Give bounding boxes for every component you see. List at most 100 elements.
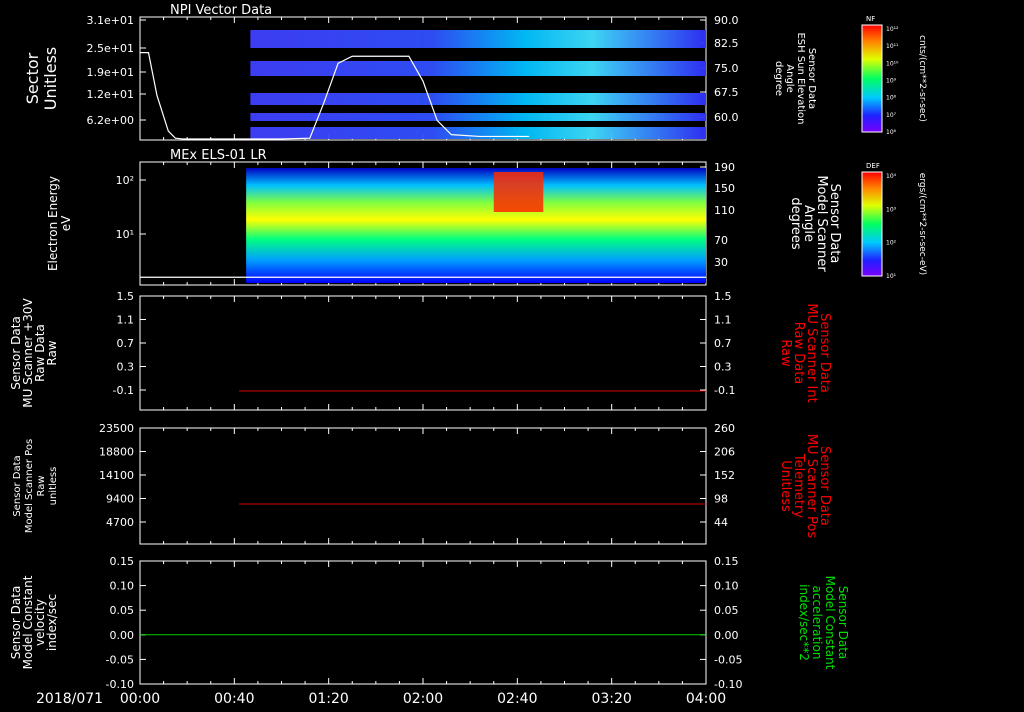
panel-3-left-tick: -0.1 bbox=[113, 384, 134, 397]
panel-3-ylabel-line: Raw bbox=[45, 340, 59, 365]
time-axis-tick-label: 02:00 bbox=[403, 691, 443, 707]
panel-5-left-tick: -0.10 bbox=[106, 678, 134, 691]
panel-3-right-tick: 1.5 bbox=[714, 290, 732, 303]
panel-1-right-ylabel-line: ESH Sun Elevation bbox=[795, 32, 806, 124]
panel-1-left-tick: 2.5e+01 bbox=[87, 42, 134, 55]
panel-4-right-tick: 152 bbox=[714, 469, 735, 482]
time-axis-date-label: 2018/071 bbox=[36, 691, 103, 707]
npi-sector-band-2 bbox=[250, 61, 706, 76]
panel-1-right-ylabel-line: Angle bbox=[784, 64, 795, 92]
panel-2-colorbar-tick: 10⁴ bbox=[886, 173, 897, 180]
panel-2-ylabel-line: Electron Energy bbox=[46, 176, 60, 271]
panel-5-left-tick: 0.05 bbox=[110, 604, 135, 617]
time-axis-tick-label: 02:40 bbox=[497, 691, 537, 707]
spectrogram-high-flux-region bbox=[493, 172, 544, 212]
panel-4-right-ylabel-line: Unitless bbox=[778, 460, 793, 512]
panel-2-colorbar-tick: 10² bbox=[886, 240, 897, 247]
time-axis-tick-label: 00:40 bbox=[214, 691, 254, 707]
panel-1-left-tick: 6.2e+00 bbox=[87, 114, 134, 127]
time-axis-tick-label: 03:20 bbox=[591, 691, 631, 707]
panel-5-left-tick: 0.10 bbox=[110, 580, 135, 593]
panel-5-right-tick: -0.10 bbox=[714, 678, 742, 691]
panel-2-right-tick: 190 bbox=[714, 161, 735, 174]
panel-4-frame bbox=[139, 427, 707, 545]
panel-3-right-tick: 1.1 bbox=[714, 314, 732, 327]
panel-1-colorbar-unit: cnts/(cm**2-sr-sec) bbox=[917, 35, 927, 122]
panel-4-ylabel-line: Sensor Data bbox=[12, 455, 23, 516]
panel-1-left-tick: 1.2e+01 bbox=[87, 88, 134, 101]
panel-2-left-tick: 10² bbox=[116, 174, 134, 187]
panel-5-right-ylabel-line: Sensor Data bbox=[836, 586, 850, 660]
npi-sector-band-1 bbox=[250, 30, 706, 48]
panel-4-left-tick: 4700 bbox=[106, 516, 134, 529]
panel-4-right-tick: 206 bbox=[714, 446, 735, 459]
panel-3-right-tick: -0.1 bbox=[714, 384, 735, 397]
panel-5-right-ylabel-line: index/sec**2 bbox=[797, 584, 811, 661]
panel-4-left-tick: 23500 bbox=[99, 422, 134, 435]
panel-5-right-tick: 0.05 bbox=[714, 604, 739, 617]
panel-5-right-tick: 0.00 bbox=[714, 629, 739, 642]
panel-4-right-tick: 260 bbox=[714, 422, 735, 435]
panel-2-right-ylabel-line: degrees bbox=[788, 197, 803, 250]
panel-1-colorbar-tick: 10¹⁰ bbox=[886, 60, 899, 67]
panel-1-right-tick: 60.0 bbox=[714, 111, 739, 124]
panel-2-ylabel-line: eV bbox=[59, 215, 73, 231]
panel-5-right-tick: 0.10 bbox=[714, 580, 739, 593]
panel-1-left-tick: 3.1e+01 bbox=[87, 14, 134, 27]
npi-sector-band-5 bbox=[250, 127, 706, 139]
panel-1-right-ylabel-line: Sensor Data bbox=[806, 48, 817, 109]
panel-3-left-tick: 1.1 bbox=[117, 314, 135, 327]
panel-1-right-tick: 82.5 bbox=[714, 37, 739, 50]
panel-4-right-tick: 98 bbox=[714, 493, 728, 506]
panel-4-ylabel-line: unitless bbox=[48, 467, 59, 506]
panel-1-colorbar-label: NF bbox=[866, 15, 875, 23]
panel-1-colorbar-tick: 10⁹ bbox=[886, 78, 897, 85]
panel-2-right-tick: 30 bbox=[714, 256, 728, 269]
panel-4-left-tick: 14100 bbox=[99, 469, 134, 482]
panel-1-right-tick: 67.5 bbox=[714, 86, 739, 99]
panel-1-colorbar bbox=[861, 24, 883, 133]
panel-2-colorbar-tick: 10³ bbox=[886, 206, 897, 213]
panel-2-right-tick: 150 bbox=[714, 182, 735, 195]
panel-1-right-tick: 75.0 bbox=[714, 62, 739, 75]
panel-4-left-tick: 9400 bbox=[106, 493, 134, 506]
multi-panel-time-series-plot: NPI Vector Data 3.1e+01 2.5e+01 1.9e+01 1.2e… bbox=[9, 3, 927, 707]
panel-4-ylabel-line: Model Scanner Pos bbox=[24, 439, 35, 533]
panel-2-right-tick: 70 bbox=[714, 234, 728, 247]
time-axis-tick-label: 04:00 bbox=[686, 691, 726, 707]
panel-1-colorbar-tick: 10⁸ bbox=[886, 95, 897, 102]
panel-5-frame bbox=[139, 560, 707, 685]
panel-5-left-tick: 0.00 bbox=[110, 629, 135, 642]
panel-5-right-ylabel-line: Model Constant bbox=[823, 576, 837, 670]
panel-4-ylabel-line: Raw bbox=[36, 475, 47, 496]
panel-2-right-tick: 110 bbox=[714, 204, 735, 217]
panel-5-right-ylabel-line: acceleration bbox=[810, 586, 824, 660]
panel-2-colorbar-label: DEF bbox=[866, 162, 880, 170]
panel-1-ylabel-line: Sector bbox=[23, 52, 42, 104]
panel-5-left-tick: -0.05 bbox=[106, 653, 134, 666]
panel-3-left-tick: 0.3 bbox=[117, 361, 135, 374]
panel-3-left-tick: 0.7 bbox=[117, 337, 135, 350]
time-axis-tick-label: 01:20 bbox=[308, 691, 348, 707]
panel-3-right-tick: 0.3 bbox=[714, 361, 732, 374]
panel-4-right-tick: 44 bbox=[714, 516, 728, 529]
panel-2-colorbar bbox=[861, 171, 883, 277]
panel-1-right-ylabel-line: degree bbox=[773, 61, 784, 96]
panel-3-frame bbox=[139, 295, 707, 411]
panel-1-colorbar-tick: 10⁶ bbox=[886, 129, 897, 136]
panel-1-colorbar-tick: 10¹¹ bbox=[886, 43, 899, 50]
panel-3-right-tick: 0.7 bbox=[714, 337, 732, 350]
panel-1-ylabel-line: Unitless bbox=[41, 47, 60, 111]
panel-4-left-tick: 18800 bbox=[99, 446, 134, 459]
panel-5-right-tick: -0.05 bbox=[714, 653, 742, 666]
electron-spectrogram bbox=[246, 168, 706, 283]
panel-1-title: NPI Vector Data bbox=[170, 3, 272, 18]
panel-1-left-tick: 1.9e+01 bbox=[87, 66, 134, 79]
panel-5-right-tick: 0.15 bbox=[714, 555, 739, 568]
npi-sector-band-3 bbox=[250, 93, 706, 105]
panel-2-colorbar-tick: 10¹ bbox=[886, 273, 897, 280]
panel-2-colorbar-unit: ergs/(cm**2-sr-sec-eV) bbox=[917, 173, 927, 275]
panel-2-left-tick: 10¹ bbox=[116, 228, 134, 241]
panel-3-right-ylabel-line: Raw bbox=[778, 339, 793, 367]
panel-5-ylabel-line: index/sec bbox=[45, 594, 59, 651]
